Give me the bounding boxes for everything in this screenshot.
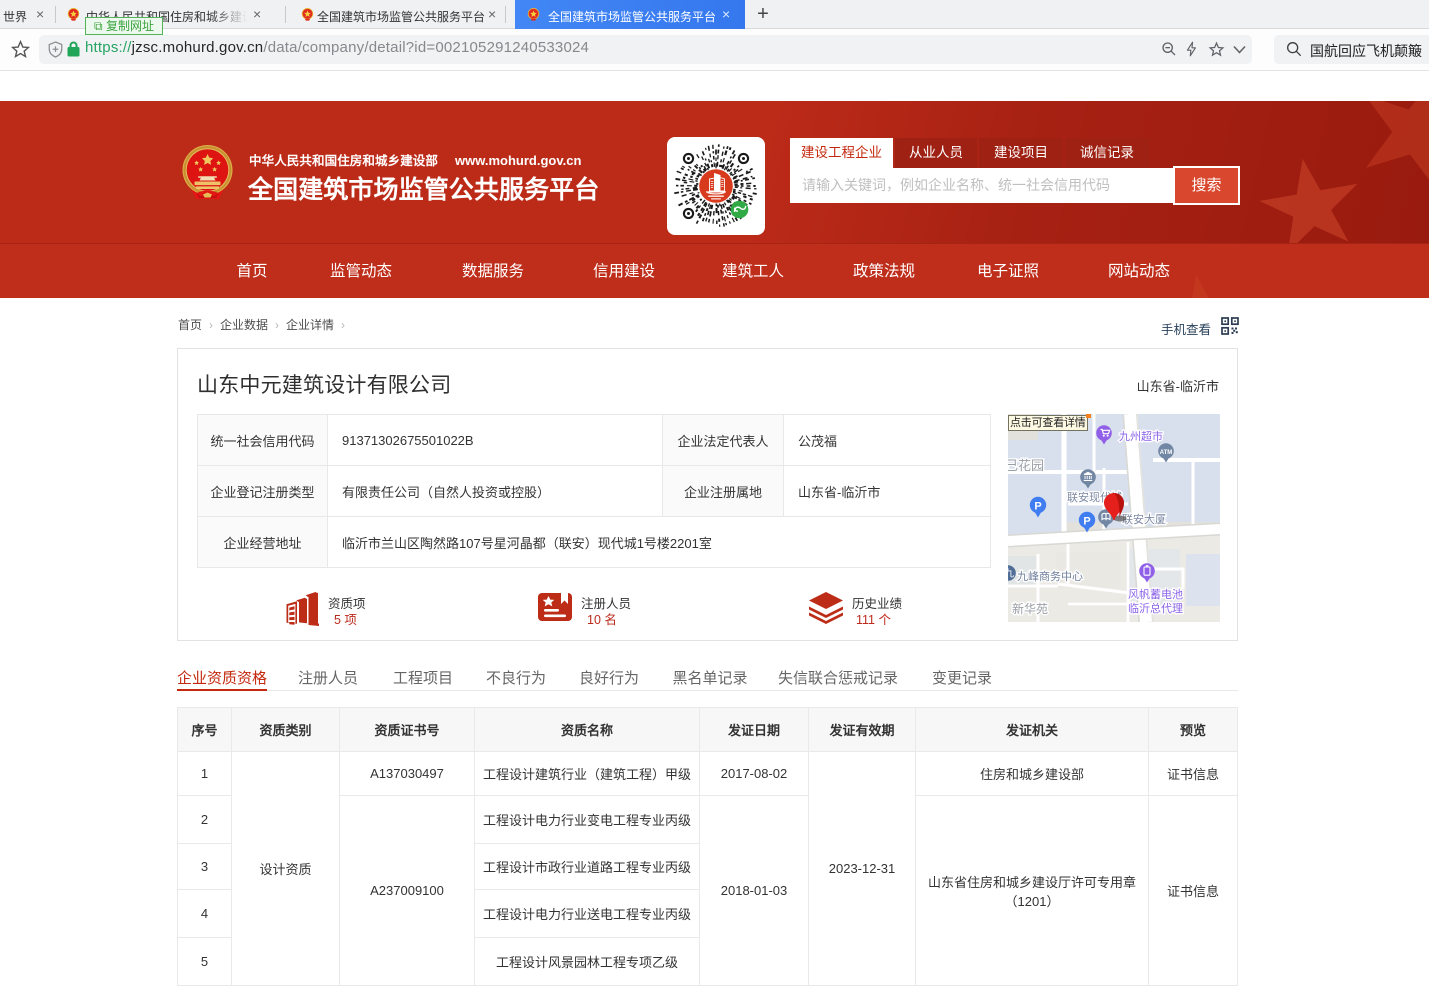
svg-text:新华苑: 新华苑 — [1012, 601, 1048, 616]
svg-text:九: 九 — [1008, 568, 1014, 580]
svg-text:P: P — [1034, 501, 1041, 513]
svg-text:己花园: 己花园 — [1008, 458, 1044, 473]
svg-text:临沂总代理: 临沂总代理 — [1128, 601, 1183, 615]
svg-text:P: P — [1083, 516, 1090, 528]
svg-text:九峰商务中心: 九峰商务中心 — [1017, 569, 1083, 583]
svg-text:风帆蓄电池: 风帆蓄电池 — [1128, 587, 1183, 601]
svg-text:九州超市: 九州超市 — [1119, 429, 1163, 443]
svg-text:ATM: ATM — [1160, 450, 1173, 456]
svg-text:联安大厦: 联安大厦 — [1122, 512, 1166, 526]
